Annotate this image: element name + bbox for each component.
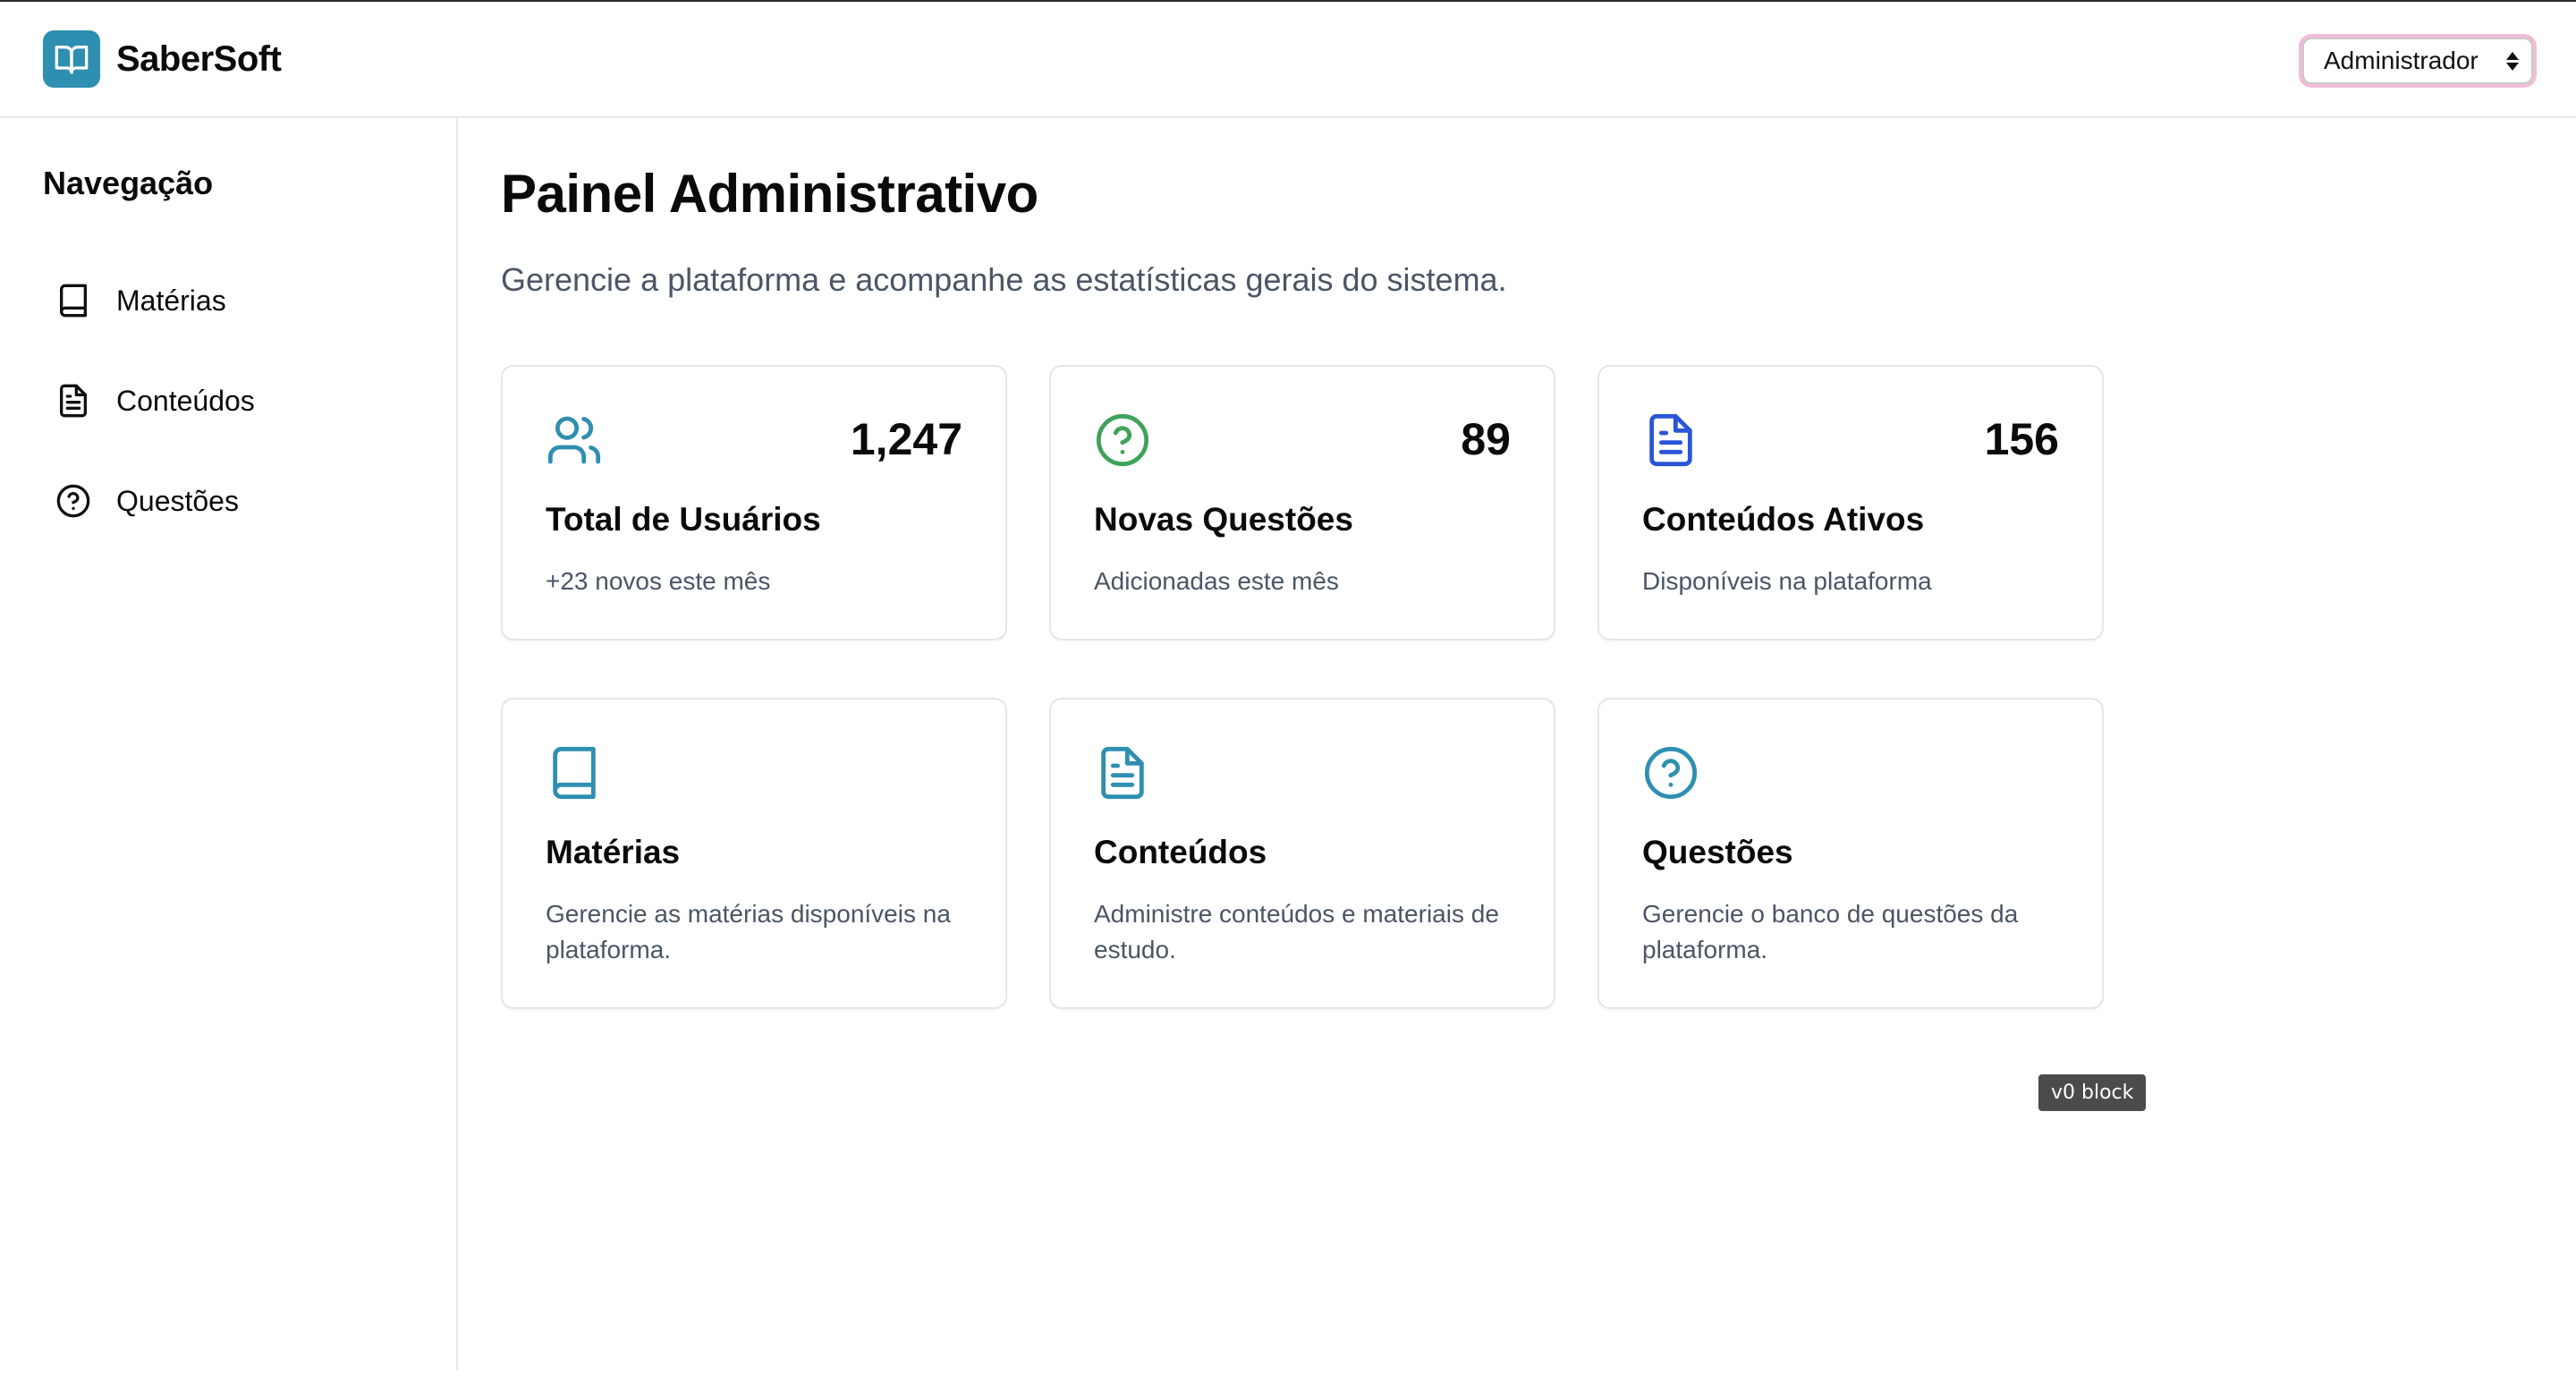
stat-value: 1,247 xyxy=(850,414,962,464)
help-circle-icon xyxy=(1644,746,1698,800)
section-description: Gerencie as matérias disponíveis na plat… xyxy=(546,900,951,963)
file-text-icon xyxy=(1101,746,1144,800)
role-select[interactable]: Administrador xyxy=(2302,38,2533,84)
file-text-icon xyxy=(1649,413,1692,467)
stat-card-users[interactable]: 1,247 Total de Usuários +23 novos este m… xyxy=(501,365,1007,641)
book-icon xyxy=(60,284,88,318)
stat-card-contents[interactable]: 156 Conteúdos Ativos Disponíveis na plat… xyxy=(1597,365,2104,641)
app-root: SaberSoft Administrador Navegação Matéri… xyxy=(0,0,2576,1383)
brand-name: SaberSoft xyxy=(116,38,282,79)
top-header: SaberSoft Administrador xyxy=(0,2,2576,118)
book-icon xyxy=(553,746,596,800)
sidebar-item-materias[interactable]: Matérias xyxy=(55,268,431,333)
sidebar-item-label: Matérias xyxy=(116,284,226,317)
stat-card-questions[interactable]: 89 Novas Questões Adicionadas este mês xyxy=(1049,365,1555,641)
stat-description: Disponíveis na plataforma xyxy=(1642,567,1932,595)
brand[interactable]: SaberSoft xyxy=(43,30,282,88)
page-title: Painel Administrativo xyxy=(501,164,1038,224)
users-icon xyxy=(547,416,601,464)
section-description: Administre conteúdos e materiais de estu… xyxy=(1094,900,1499,963)
sidebar-title: Navegação xyxy=(43,165,214,201)
section-description: Gerencie o banco de questões da platafor… xyxy=(1642,900,2019,963)
section-card-questoes[interactable]: Questões Gerencie o banco de questões da… xyxy=(1597,698,2104,1009)
stat-value: 156 xyxy=(1984,414,2059,464)
sidebar-item-label: Questões xyxy=(116,484,239,517)
sidebar-item-questoes[interactable]: Questões xyxy=(55,469,431,533)
file-text-icon xyxy=(60,384,88,418)
section-card-materias[interactable]: Matérias Gerencie as matérias disponívei… xyxy=(501,698,1007,1009)
help-circle-icon xyxy=(1096,413,1149,467)
stat-title: Total de Usuários xyxy=(546,501,821,538)
stat-value: 89 xyxy=(1461,414,1511,464)
role-select-value: Administrador xyxy=(2324,47,2479,74)
book-open-icon xyxy=(43,30,100,88)
help-circle-icon xyxy=(56,484,90,518)
stat-title: Conteúdos Ativos xyxy=(1642,501,1925,538)
section-title: Matérias xyxy=(546,834,681,870)
section-card-conteudos[interactable]: Conteúdos Administre conteúdos e materia… xyxy=(1049,698,1555,1009)
page-subtitle: Gerencie a plataforma e acompanhe as est… xyxy=(501,261,1507,298)
stat-title: Novas Questões xyxy=(1094,501,1353,538)
sidebar: Navegação Matérias Conteúdos Questões xyxy=(0,118,458,1370)
select-arrows-icon xyxy=(2506,51,2519,71)
v0-block-badge[interactable]: v0 block xyxy=(2038,1074,2147,1111)
stat-description: Adicionadas este mês xyxy=(1094,567,1339,595)
section-title: Conteúdos xyxy=(1094,834,1267,870)
sidebar-item-conteudos[interactable]: Conteúdos xyxy=(55,369,431,433)
section-title: Questões xyxy=(1642,834,1793,870)
stat-description: +23 novos este mês xyxy=(546,567,771,595)
sidebar-item-label: Conteúdos xyxy=(116,384,255,417)
